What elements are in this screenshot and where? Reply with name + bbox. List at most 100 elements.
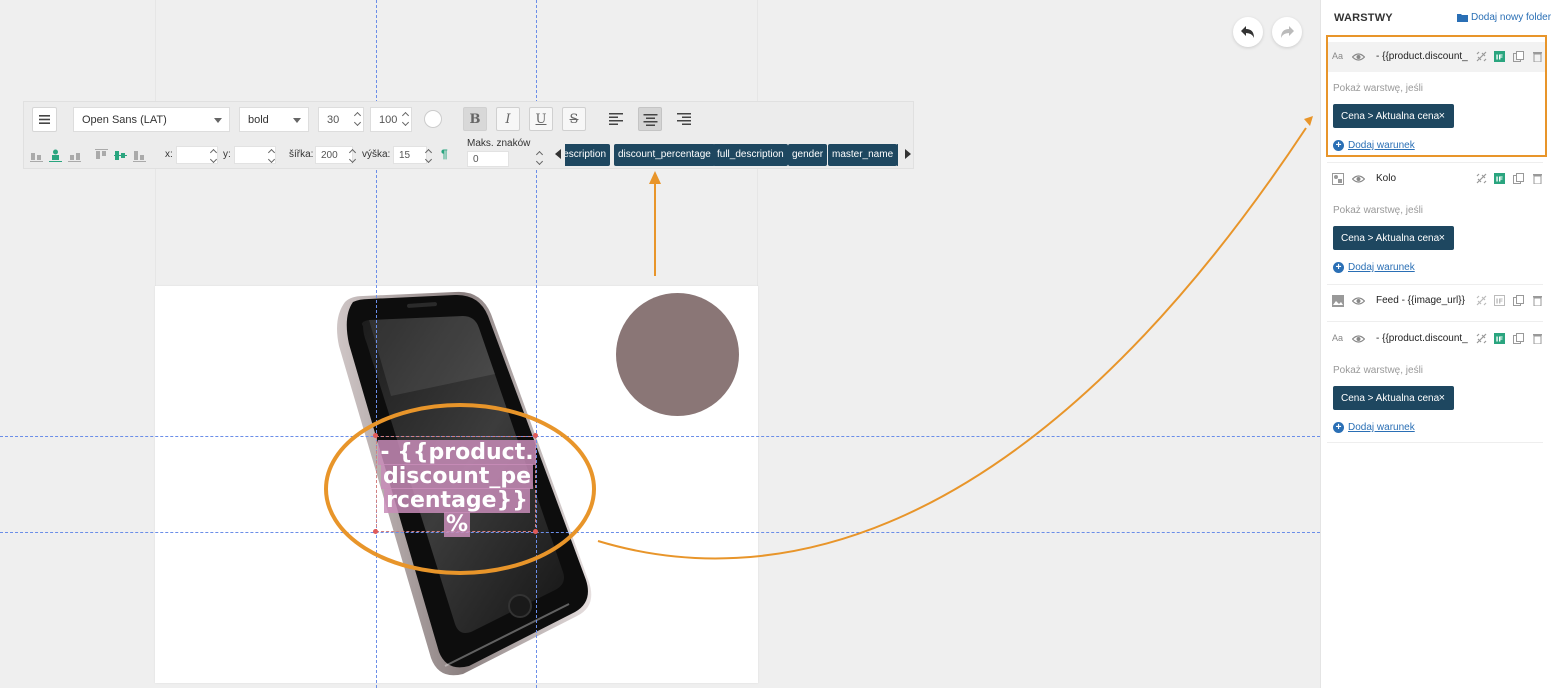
font-family-value: Open Sans (LAT) (82, 114, 167, 126)
unlink-icon[interactable] (1476, 173, 1487, 184)
line-height-input[interactable]: 100 (370, 107, 412, 132)
height-stepper[interactable] (425, 146, 433, 166)
eye-icon[interactable] (1352, 174, 1365, 184)
variable-tag[interactable]: gender (788, 144, 828, 166)
layer-item[interactable]: Aa - {{product.discount_percentage}} % I… (1327, 324, 1547, 442)
bold-button[interactable]: B (463, 107, 487, 131)
plus-icon: + (1333, 422, 1344, 433)
eye-icon[interactable] (1352, 296, 1365, 306)
align-bottom-left-icon[interactable] (30, 149, 43, 162)
trash-icon[interactable] (1532, 295, 1543, 306)
trash-icon[interactable] (1532, 333, 1543, 344)
layer-item[interactable]: Aa - {{product.discount_percentage}} % I… (1327, 42, 1547, 160)
align-center-button[interactable] (638, 107, 662, 131)
horizontal-guide (0, 436, 1320, 437)
duplicate-icon[interactable] (1513, 295, 1524, 306)
tags-scroll-right-icon[interactable] (905, 149, 911, 159)
align-bottom-center-icon[interactable] (49, 149, 62, 162)
variable-tag[interactable]: master_name (828, 144, 898, 166)
align-bottom-right-icon[interactable] (68, 149, 81, 162)
layer-item[interactable]: Feed - {{image_url}} IF (1327, 286, 1547, 320)
x-stepper[interactable] (210, 146, 218, 166)
layer-row[interactable]: Feed - {{image_url}} IF (1327, 286, 1547, 316)
font-weight-select[interactable]: bold (239, 107, 309, 132)
conditions-icon[interactable]: IF (1494, 333, 1505, 344)
resize-handle[interactable] (533, 433, 538, 438)
font-size-input[interactable]: 30 (318, 107, 364, 132)
align-top-icon[interactable] (95, 149, 108, 162)
duplicate-icon[interactable] (1513, 173, 1524, 184)
layer-row[interactable]: Aa - {{product.discount_percentage}} % I… (1327, 42, 1547, 72)
layer-row[interactable]: Aa - {{product.discount_percentage}} % I… (1327, 324, 1547, 354)
layer-name[interactable]: - {{product.discount_percentage}} % (1376, 333, 1468, 344)
layer-name[interactable]: Feed - {{image_url}} (1376, 295, 1468, 306)
width-input[interactable]: 200 (315, 146, 353, 164)
condition-text: Cena > Aktualna cena (1341, 111, 1440, 122)
condition-badge[interactable]: Cena > Aktualna cena × (1333, 104, 1454, 128)
remove-condition-icon[interactable]: × (1439, 392, 1445, 404)
italic-button[interactable]: I (496, 107, 520, 131)
plus-icon: + (1333, 140, 1344, 151)
variable-tag-partial[interactable] (896, 144, 898, 166)
y-stepper[interactable] (268, 146, 276, 166)
trash-icon[interactable] (1532, 51, 1543, 62)
resize-handle[interactable] (533, 529, 538, 534)
paragraph-icon[interactable]: ¶ (441, 147, 448, 161)
conditions-icon[interactable]: IF (1494, 295, 1505, 306)
strikethrough-button[interactable]: S (562, 107, 586, 131)
condition-label: Pokaż warstwę, jeśli (1333, 83, 1424, 94)
eye-icon[interactable] (1352, 52, 1365, 62)
tags-scroll-left-icon[interactable] (555, 149, 561, 159)
svg-text:IF: IF (1496, 336, 1504, 344)
duplicate-icon[interactable] (1513, 333, 1524, 344)
condition-badge[interactable]: Cena > Aktualna cena × (1333, 226, 1454, 250)
font-size-stepper[interactable] (354, 109, 362, 129)
variable-tag[interactable]: full_description (713, 144, 788, 166)
duplicate-icon[interactable] (1513, 51, 1524, 62)
text-toolbar: Open Sans (LAT) bold 30 100 B I U S x: y… (23, 101, 914, 169)
max-chars-input[interactable]: 0 (467, 151, 509, 167)
add-folder-button[interactable]: Dodaj nowy folder (1457, 12, 1551, 23)
underline-button[interactable]: U (529, 107, 553, 131)
align-bottom-icon[interactable] (133, 149, 146, 162)
layer-tools: IF (1476, 333, 1548, 346)
redo-button[interactable] (1272, 17, 1302, 47)
layer-name[interactable]: - {{product.discount_percentage}} % (1376, 51, 1468, 62)
unlink-icon[interactable] (1476, 295, 1487, 306)
condition-badge[interactable]: Cena > Aktualna cena × (1333, 386, 1454, 410)
layer-row[interactable]: Kolo IF (1327, 164, 1547, 194)
resize-handle[interactable] (373, 433, 378, 438)
align-left-icon[interactable] (609, 112, 624, 126)
undo-button[interactable] (1233, 17, 1263, 47)
variable-tag[interactable]: discount_percentage (614, 144, 715, 166)
align-right-icon[interactable] (676, 112, 691, 126)
height-input[interactable]: 15 (393, 146, 427, 164)
layer-item[interactable]: Kolo IF Pokaż warstwę, jeśli Cena > Aktu… (1327, 164, 1547, 282)
layer-name[interactable]: Kolo (1376, 173, 1468, 184)
resize-handle[interactable] (373, 529, 378, 534)
unlink-icon[interactable] (1476, 333, 1487, 344)
divider (1327, 442, 1543, 443)
add-condition-button[interactable]: + Dodaj warunek (1333, 262, 1415, 273)
add-condition-button[interactable]: + Dodaj warunek (1333, 422, 1415, 433)
menu-button[interactable] (32, 107, 57, 132)
selected-text-layer[interactable]: - {{product.discount_percentage}} % (376, 436, 536, 537)
remove-condition-icon[interactable]: × (1439, 232, 1445, 244)
eye-icon[interactable] (1352, 334, 1365, 344)
max-chars-stepper[interactable] (536, 148, 544, 168)
trash-icon[interactable] (1532, 173, 1543, 184)
add-condition-button[interactable]: + Dodaj warunek (1333, 140, 1415, 151)
align-middle-icon[interactable] (114, 149, 127, 162)
conditions-icon[interactable]: IF (1494, 173, 1505, 184)
text-icon: Aa (1332, 333, 1344, 343)
variable-tag[interactable]: description (565, 144, 610, 166)
color-picker[interactable] (424, 110, 442, 128)
font-family-select[interactable]: Open Sans (LAT) (73, 107, 230, 132)
condition-text: Cena > Aktualna cena (1341, 233, 1440, 244)
remove-condition-icon[interactable]: × (1439, 110, 1445, 122)
line-height-stepper[interactable] (402, 109, 410, 129)
unlink-icon[interactable] (1476, 51, 1487, 62)
circle-shape[interactable] (616, 293, 739, 416)
width-stepper[interactable] (349, 146, 357, 166)
conditions-icon[interactable]: IF (1494, 51, 1505, 62)
